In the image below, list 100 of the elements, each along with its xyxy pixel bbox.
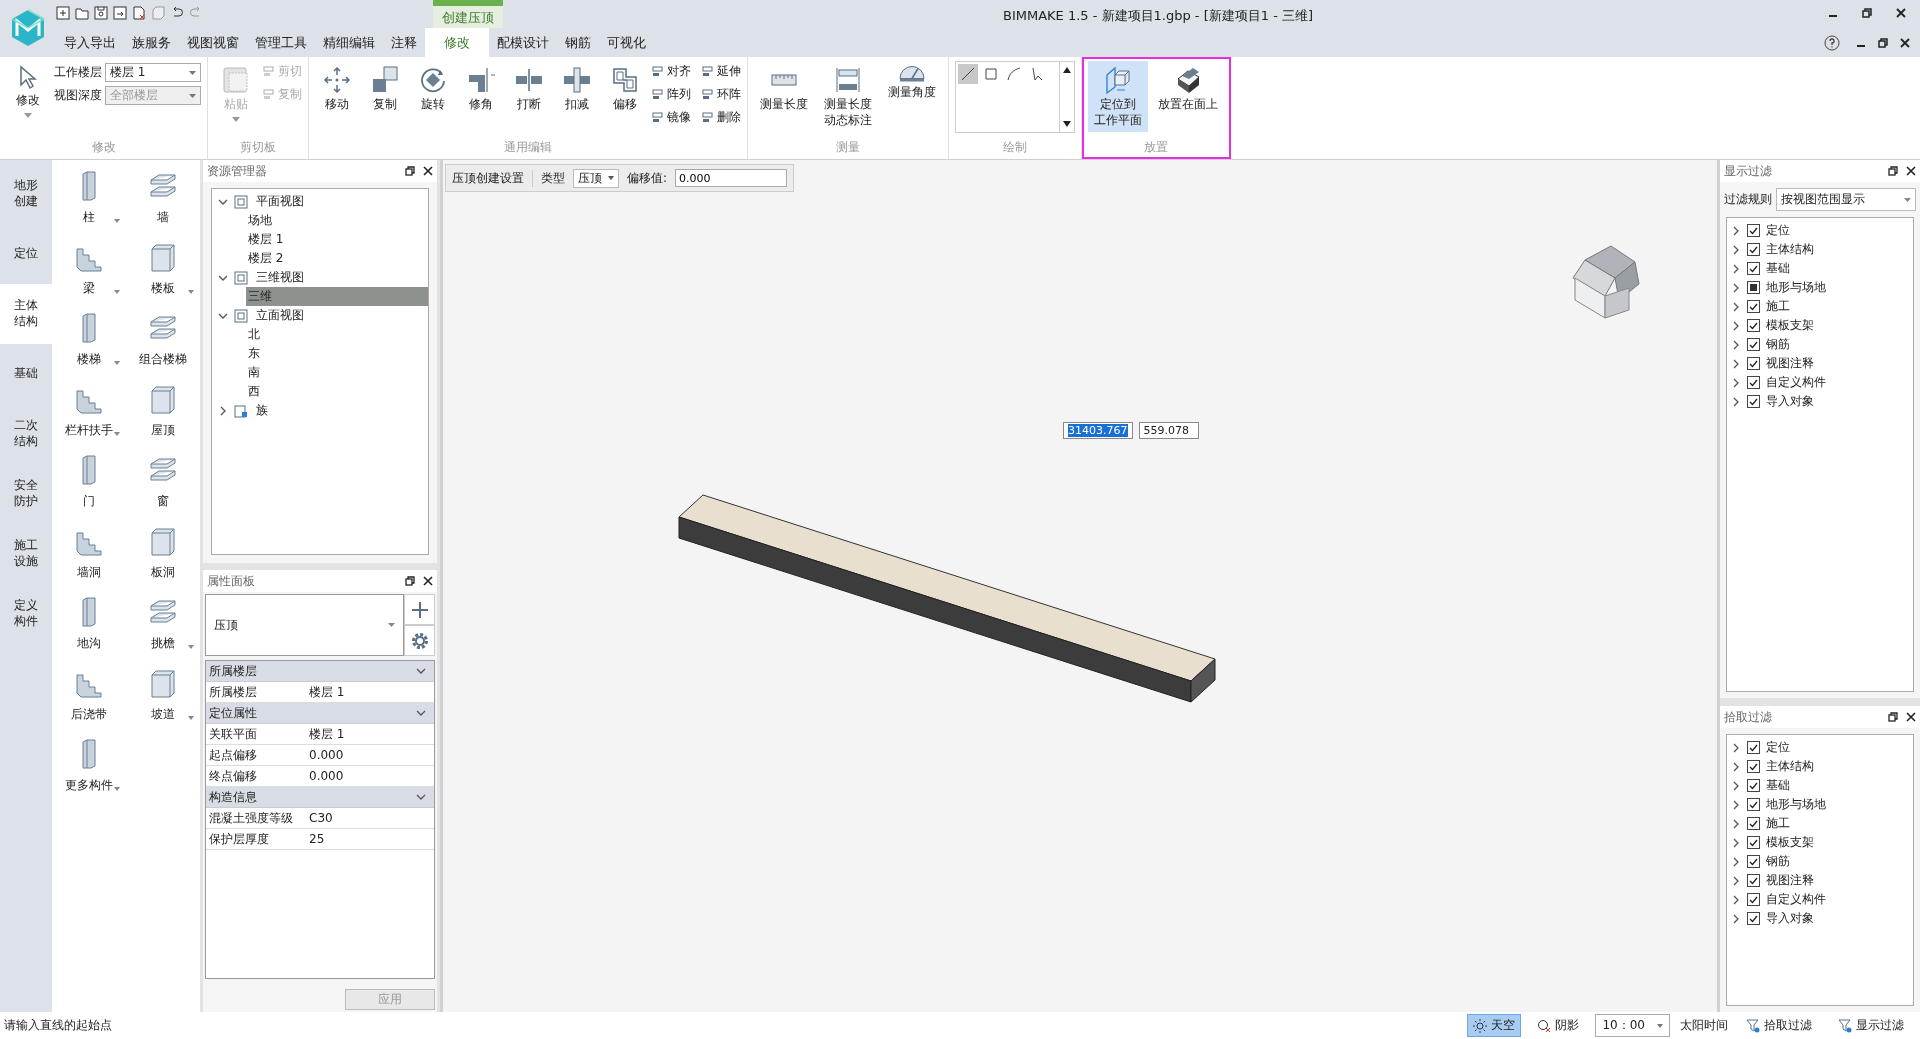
ribbon-tab[interactable]: 配模设计 bbox=[489, 28, 557, 57]
category-tab[interactable]: 主体结构 bbox=[0, 284, 52, 344]
ribbon-tab[interactable]: 可视化 bbox=[599, 28, 654, 57]
chevron-right-icon[interactable] bbox=[1731, 244, 1741, 255]
chevron-right-icon[interactable] bbox=[1731, 282, 1741, 293]
ribbon-button[interactable]: 修改 bbox=[6, 61, 50, 122]
view-option-button[interactable]: 天空 bbox=[1467, 1014, 1522, 1037]
close-icon[interactable] bbox=[1906, 712, 1916, 722]
close-icon[interactable] bbox=[423, 166, 433, 176]
checkbox[interactable] bbox=[1747, 395, 1760, 408]
ribbon-button[interactable]: 复制 bbox=[363, 61, 407, 117]
caret-icon[interactable] bbox=[24, 112, 32, 118]
tree-item[interactable]: 楼层 1 bbox=[246, 230, 428, 249]
caret-icon[interactable] bbox=[114, 361, 120, 365]
filter-button[interactable]: 拾取过滤 bbox=[1738, 1017, 1820, 1034]
checkbox[interactable] bbox=[1747, 357, 1760, 370]
ribbon-tab[interactable]: 视图视窗 bbox=[179, 28, 247, 57]
component-button[interactable]: 柱 bbox=[52, 170, 126, 241]
component-button[interactable]: 挑檐 bbox=[126, 596, 200, 667]
caret-icon[interactable] bbox=[114, 787, 120, 791]
chevron-right-icon[interactable] bbox=[1731, 225, 1741, 236]
ribbon-button[interactable]: 偏移 bbox=[603, 61, 647, 117]
section-header[interactable]: 定位属性 bbox=[206, 703, 434, 724]
chevron-right-icon[interactable] bbox=[1731, 358, 1741, 369]
close-file-icon[interactable] bbox=[132, 6, 146, 20]
section-header[interactable]: 构造信息 bbox=[206, 787, 434, 808]
ribbon-tab[interactable]: 精细编辑 bbox=[315, 28, 383, 57]
rule-dropdown[interactable]: 按视图范围显示 bbox=[1776, 188, 1916, 211]
help-icon[interactable] bbox=[1824, 34, 1840, 51]
checkbox[interactable] bbox=[1747, 836, 1760, 849]
chevron-right-icon[interactable] bbox=[1731, 780, 1741, 791]
tree-item[interactable]: 南 bbox=[246, 363, 428, 382]
close-icon[interactable] bbox=[1906, 166, 1916, 176]
chevron-right-icon[interactable] bbox=[1731, 913, 1741, 924]
tree-item[interactable]: 平面视图 bbox=[254, 192, 428, 211]
chevron-right-icon[interactable] bbox=[1731, 799, 1741, 810]
tree-item[interactable]: 北 bbox=[246, 325, 428, 344]
checkbox[interactable] bbox=[1747, 855, 1760, 868]
checkbox[interactable] bbox=[1747, 243, 1760, 256]
chevron-right-icon[interactable] bbox=[1731, 263, 1741, 274]
ribbon-tab[interactable]: 族服务 bbox=[124, 28, 179, 57]
float-icon[interactable] bbox=[1888, 166, 1898, 176]
checkbox[interactable] bbox=[1747, 262, 1760, 275]
checkbox[interactable] bbox=[1747, 376, 1760, 389]
chevron-down-icon[interactable] bbox=[416, 666, 426, 676]
component-button[interactable]: 板洞 bbox=[126, 525, 200, 596]
chevron-right-icon[interactable] bbox=[218, 405, 228, 416]
component-button[interactable]: 楼板 bbox=[126, 241, 200, 312]
component-button[interactable]: 地沟 bbox=[52, 596, 126, 667]
checkbox[interactable] bbox=[1747, 798, 1760, 811]
dropdown-field[interactable]: 楼层 1 bbox=[105, 63, 201, 82]
ribbon-button[interactable]: 扣减 bbox=[555, 61, 599, 117]
component-button[interactable]: 栏杆扶手 bbox=[52, 383, 126, 454]
checkbox[interactable] bbox=[1747, 893, 1760, 906]
restore-icon[interactable] bbox=[1878, 37, 1888, 48]
caret-icon[interactable] bbox=[114, 219, 120, 223]
small-tool-button[interactable]: 删除 bbox=[701, 109, 741, 126]
component-button[interactable]: 坡道 bbox=[126, 667, 200, 738]
float-icon[interactable] bbox=[1888, 712, 1898, 722]
checkbox[interactable] bbox=[1747, 874, 1760, 887]
save-icon[interactable] bbox=[94, 6, 108, 20]
tree-item[interactable]: 场地 bbox=[246, 211, 428, 230]
ribbon-tab[interactable]: 管理工具 bbox=[247, 28, 315, 57]
checkbox[interactable] bbox=[1747, 224, 1760, 237]
component-button[interactable]: 楼梯 bbox=[52, 312, 126, 383]
caret-icon[interactable] bbox=[188, 290, 194, 294]
ribbon-tab[interactable]: 注释 bbox=[383, 28, 425, 57]
type-selector[interactable]: 压顶 bbox=[205, 594, 404, 656]
float-icon[interactable] bbox=[405, 166, 415, 176]
ribbon-tab[interactable]: 修改 bbox=[425, 28, 489, 57]
folder-icon[interactable] bbox=[75, 6, 89, 20]
chevron-right-icon[interactable] bbox=[1731, 856, 1741, 867]
chevron-right-icon[interactable] bbox=[1731, 339, 1741, 350]
ribbon-button[interactable]: 定位到工作平面 bbox=[1088, 61, 1148, 133]
component-button[interactable]: 屋顶 bbox=[126, 383, 200, 454]
ribbon-button[interactable]: 移动 bbox=[315, 61, 359, 117]
category-tab[interactable]: 定位 bbox=[0, 224, 52, 284]
checkbox[interactable] bbox=[1747, 741, 1760, 754]
restore-icon[interactable] bbox=[1862, 8, 1872, 18]
ribbon-tab[interactable]: 钢筋 bbox=[557, 28, 599, 57]
chevron-right-icon[interactable] bbox=[1731, 320, 1741, 331]
checkbox[interactable] bbox=[1747, 338, 1760, 351]
scroll-down-icon[interactable] bbox=[1062, 120, 1072, 128]
chevron-right-icon[interactable] bbox=[1731, 742, 1741, 753]
chevron-right-icon[interactable] bbox=[1731, 761, 1741, 772]
component-button[interactable]: 门 bbox=[52, 454, 126, 525]
caret-icon[interactable] bbox=[188, 645, 194, 649]
time-dropdown[interactable]: 10：00 bbox=[1595, 1014, 1670, 1037]
small-tool-button[interactable]: 镜像 bbox=[651, 109, 691, 126]
component-button[interactable]: 更多构件 bbox=[52, 738, 126, 809]
category-tab[interactable]: 二次结构 bbox=[0, 404, 52, 464]
chevron-down-icon[interactable] bbox=[416, 792, 426, 802]
ribbon-button[interactable]: 旋转 bbox=[411, 61, 455, 117]
ribbon-button[interactable]: 打断 bbox=[507, 61, 551, 117]
chevron-right-icon[interactable] bbox=[1731, 818, 1741, 829]
ribbon-button[interactable]: 修角 bbox=[459, 61, 503, 117]
chevron-right-icon[interactable] bbox=[1731, 377, 1741, 388]
component-button[interactable]: 墙洞 bbox=[52, 525, 126, 596]
component-button[interactable]: 梁 bbox=[52, 241, 126, 312]
tree-item[interactable]: 族 bbox=[254, 401, 428, 420]
